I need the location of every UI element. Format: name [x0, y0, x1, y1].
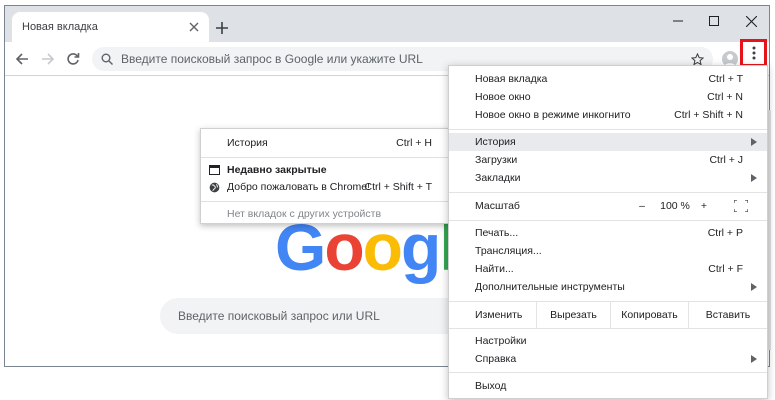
ntp-search-box[interactable]: Введите поисковый запрос или URL	[160, 298, 480, 334]
cut-label: Вырезать	[550, 309, 597, 321]
history-submenu: История Ctrl + H Недавно закрытые Добро …	[200, 128, 450, 224]
menu-item-more-tools[interactable]: Дополнительные инструменты	[449, 278, 767, 296]
chevron-right-icon	[751, 174, 757, 182]
menu-label: Печать...	[475, 227, 519, 239]
menu-label: Масштаб	[475, 200, 520, 212]
menu-item-downloads[interactable]: Загрузки Ctrl + J	[449, 151, 767, 169]
chevron-right-icon	[751, 138, 757, 146]
submenu-divider	[201, 201, 449, 202]
search-icon	[101, 52, 115, 66]
history-header-item[interactable]: История Ctrl + H	[201, 133, 449, 153]
fullscreen-button[interactable]	[731, 197, 751, 215]
globe-icon	[209, 182, 220, 193]
tab-strip: Новая вкладка	[5, 6, 769, 42]
tab-icon	[209, 165, 220, 176]
chrome-menu-button[interactable]	[740, 39, 767, 67]
menu-item-help[interactable]: Справка	[449, 350, 767, 368]
menu-label: Трансляция...	[475, 245, 542, 257]
omnibox-placeholder: Введите поисковый запрос в Google или ук…	[121, 52, 423, 66]
chrome-main-menu: Новая вкладка Ctrl + T Новое окно Ctrl +…	[448, 65, 768, 399]
paste-button[interactable]: Вставить	[688, 302, 767, 328]
zoom-level: 100 %	[657, 197, 693, 215]
reload-button[interactable]	[64, 50, 82, 68]
menu-divider	[449, 220, 767, 221]
zoom-out-button[interactable]: –	[631, 197, 653, 215]
menu-item-incognito[interactable]: Новое окно в режиме инкогнито Ctrl + Shi…	[449, 106, 767, 124]
copy-button[interactable]: Копировать	[610, 302, 688, 328]
submenu-divider	[201, 157, 449, 158]
zoom-in-button[interactable]: +	[695, 197, 713, 215]
menu-item-history[interactable]: История	[449, 133, 767, 151]
menu-label: История	[475, 136, 516, 148]
copy-label: Копировать	[621, 309, 678, 321]
menu-shortcut: Ctrl + N	[707, 91, 743, 103]
menu-divider	[449, 328, 767, 329]
zoom-value: 100 %	[660, 200, 690, 212]
menu-item-find[interactable]: Найти... Ctrl + F	[449, 260, 767, 278]
menu-item-new-window[interactable]: Новое окно Ctrl + N	[449, 88, 767, 106]
welcome-chrome-shortcut: Ctrl + Shift + T	[364, 181, 433, 193]
menu-item-new-tab[interactable]: Новая вкладка Ctrl + T	[449, 70, 767, 88]
menu-label: Новая вкладка	[475, 73, 548, 85]
menu-label: Найти...	[475, 263, 514, 275]
menu-label: Выход	[475, 380, 507, 392]
menu-divider	[449, 372, 767, 373]
minimize-button[interactable]	[666, 11, 690, 31]
menu-label: Настройки	[475, 335, 527, 347]
zoom-minus-label: –	[639, 200, 645, 212]
back-button[interactable]	[13, 50, 31, 68]
forward-button[interactable]	[39, 50, 57, 68]
edit-label: Изменить	[475, 309, 523, 321]
menu-divider	[449, 129, 767, 130]
new-tab-button[interactable]	[212, 18, 232, 38]
ntp-search-placeholder: Введите поисковый запрос или URL	[178, 309, 380, 323]
cut-button[interactable]: Вырезать	[536, 302, 610, 328]
menu-item-cast[interactable]: Трансляция...	[449, 242, 767, 260]
menu-label: Новое окно	[475, 91, 531, 103]
menu-item-exit[interactable]: Выход	[449, 377, 767, 395]
fullscreen-icon	[734, 200, 748, 212]
menu-edit-label: Изменить	[449, 302, 536, 328]
chevron-right-icon	[751, 283, 757, 291]
menu-shortcut: Ctrl + T	[708, 73, 743, 85]
menu-label: Закладки	[475, 172, 521, 184]
menu-item-bookmarks[interactable]: Закладки	[449, 169, 767, 187]
menu-shortcut: Ctrl + F	[708, 263, 743, 275]
menu-label: Справка	[475, 353, 517, 365]
menu-label: Загрузки	[475, 154, 518, 166]
menu-shortcut: Ctrl + P	[707, 227, 743, 239]
no-other-devices-label: Нет вкладок с других устройств	[227, 208, 382, 220]
close-tab-icon[interactable]	[187, 20, 201, 34]
menu-label: Новое окно в режиме инкогнито	[475, 109, 631, 121]
welcome-chrome-label: Добро пожаловать в Chrome!	[227, 181, 371, 193]
welcome-chrome-item[interactable]: Добро пожаловать в Chrome! Ctrl + Shift …	[201, 177, 449, 197]
history-header-label: История	[227, 137, 268, 149]
recently-closed-label: Недавно закрытые	[227, 164, 327, 176]
menu-label: Дополнительные инструменты	[475, 281, 625, 293]
maximize-button[interactable]	[702, 11, 726, 31]
no-other-devices-item: Нет вкладок с других устройств	[201, 204, 449, 224]
menu-item-zoom: Масштаб	[449, 197, 767, 215]
tab-new-tab[interactable]: Новая вкладка	[12, 12, 209, 42]
tab-title: Новая вкладка	[22, 21, 98, 33]
menu-item-print[interactable]: Печать... Ctrl + P	[449, 224, 767, 242]
menu-divider	[449, 192, 767, 193]
menu-shortcut: Ctrl + Shift + N	[674, 109, 743, 121]
menu-item-settings[interactable]: Настройки	[449, 332, 767, 350]
close-window-button[interactable]	[739, 11, 763, 31]
chevron-right-icon	[751, 355, 757, 363]
history-header-shortcut: Ctrl + H	[396, 137, 432, 149]
zoom-plus-label: +	[700, 200, 708, 212]
paste-label: Вставить	[705, 309, 751, 321]
menu-shortcut: Ctrl + J	[709, 154, 743, 166]
